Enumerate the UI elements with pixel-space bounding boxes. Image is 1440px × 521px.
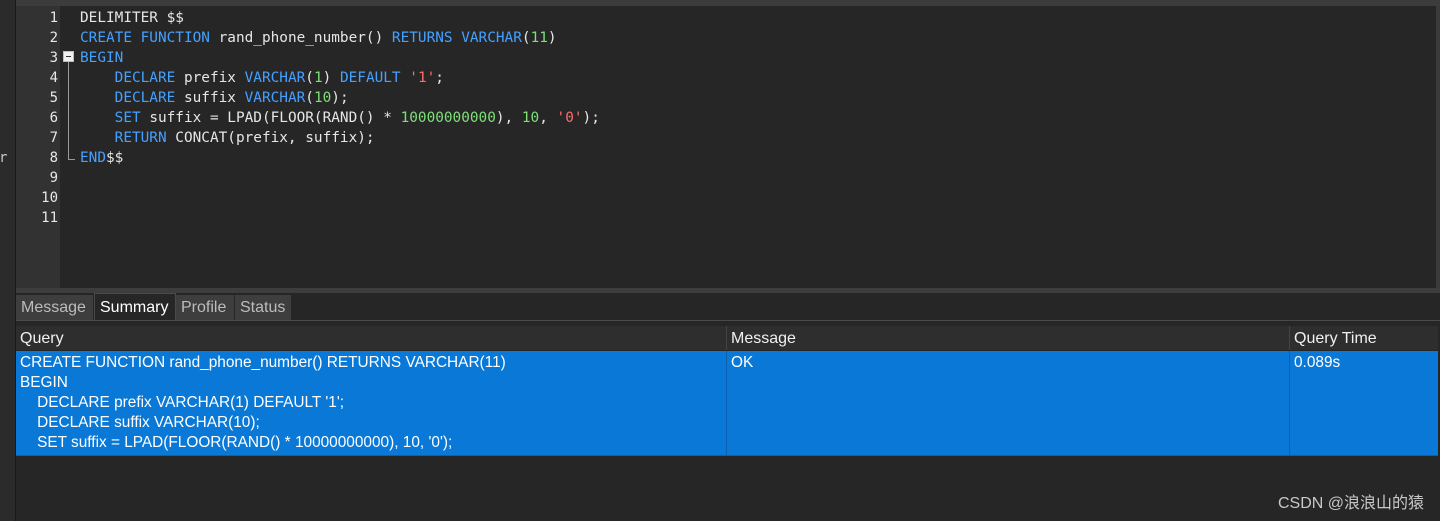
code-token: ( bbox=[305, 70, 314, 86]
code-token: CONCAT(prefix, suffix); bbox=[166, 130, 375, 146]
column-header-query[interactable]: Query bbox=[16, 326, 727, 350]
code-line: DELIMITER $$ bbox=[80, 8, 600, 28]
summary-grid: Query Message Query Time CREATE FUNCTION… bbox=[16, 326, 1438, 456]
tab-summary[interactable]: Summary bbox=[94, 293, 176, 321]
code-line: CREATE FUNCTION rand_phone_number() RETU… bbox=[80, 28, 600, 48]
code-token: ) bbox=[547, 30, 557, 46]
tab-message[interactable]: Message bbox=[16, 295, 94, 321]
code-token: suffix = LPAD(FLOOR(RAND() * bbox=[140, 110, 401, 126]
code-token: DELIMITER $$ bbox=[80, 10, 184, 26]
line-numbers: 1 2 3 4 5 6 7 8 9 10 11 bbox=[16, 8, 58, 228]
tab-profile[interactable]: Profile bbox=[176, 295, 235, 321]
code-token: ( bbox=[521, 30, 531, 46]
result-tabs: Message Summary Profile Status bbox=[16, 293, 1440, 321]
line-number: 10 bbox=[41, 190, 58, 206]
line-number: 4 bbox=[49, 70, 58, 86]
grid-header-row: Query Message Query Time bbox=[16, 326, 1438, 350]
column-header-message[interactable]: Message bbox=[727, 326, 1290, 350]
code-token: ( bbox=[305, 90, 314, 106]
code-token: prefix bbox=[175, 70, 245, 86]
tab-status[interactable]: Status bbox=[235, 295, 292, 321]
line-number: 5 bbox=[49, 90, 58, 106]
code-keyword: END bbox=[80, 150, 106, 166]
code-keyword: RETURNS VARCHAR bbox=[391, 30, 522, 46]
code-line: RETURN CONCAT(prefix, suffix); bbox=[80, 128, 600, 148]
line-number: 8 bbox=[49, 150, 58, 166]
code-keyword: VARCHAR bbox=[244, 70, 306, 86]
code-token: ); bbox=[331, 90, 349, 106]
query-time-cell[interactable]: 0.089s bbox=[1290, 351, 1438, 455]
column-header-query-time[interactable]: Query Time bbox=[1290, 326, 1438, 350]
fold-guide-line bbox=[68, 62, 69, 159]
code-line: BEGIN bbox=[80, 48, 600, 68]
code-line: END$$ bbox=[80, 148, 600, 168]
code-keyword: VARCHAR bbox=[244, 90, 306, 106]
line-number-gutter: 1 2 3 4 5 6 7 8 9 10 11 bbox=[16, 6, 60, 288]
query-cell[interactable]: CREATE FUNCTION rand_phone_number() RETU… bbox=[16, 351, 727, 455]
code-number: 10 bbox=[521, 110, 540, 126]
fold-guide-end bbox=[68, 159, 75, 160]
code-keyword: DECLARE bbox=[114, 90, 176, 106]
left-panel-edge: r bbox=[0, 0, 16, 521]
message-cell[interactable]: OK bbox=[727, 351, 1290, 455]
result-panel: Message Summary Profile Status Query Mes… bbox=[16, 293, 1440, 521]
code-keyword: SET bbox=[114, 110, 141, 126]
line-number: 7 bbox=[49, 130, 58, 146]
code-token: $$ bbox=[106, 150, 124, 166]
code-keyword: CREATE FUNCTION bbox=[80, 30, 210, 46]
line-number: 2 bbox=[49, 30, 58, 46]
line-number: 3 bbox=[49, 50, 58, 66]
line-number: 1 bbox=[49, 10, 58, 26]
code-number: 10 bbox=[313, 90, 332, 106]
code-text-area[interactable]: DELIMITER $$ CREATE FUNCTION rand_phone_n… bbox=[80, 8, 600, 228]
code-keyword: DEFAULT bbox=[339, 70, 401, 86]
code-keyword: RETURN bbox=[114, 130, 167, 146]
code-number: 10000000000 bbox=[400, 110, 496, 126]
code-number: 11 bbox=[530, 30, 548, 46]
tab-baseline bbox=[16, 320, 1440, 321]
fold-collapse-icon[interactable] bbox=[63, 51, 74, 62]
code-token: suffix bbox=[175, 90, 245, 106]
code-line: SET suffix = LPAD(FLOOR(RAND() * 1000000… bbox=[80, 108, 600, 128]
code-token: ), bbox=[495, 110, 522, 126]
csdn-watermark: CSDN @浪浪山的猿 bbox=[1277, 495, 1424, 512]
code-line: DECLARE prefix VARCHAR(1) DEFAULT '1'; bbox=[80, 68, 600, 88]
code-number: 1 bbox=[313, 70, 323, 86]
code-token: ); bbox=[582, 110, 600, 126]
code-token: ) bbox=[322, 70, 340, 86]
code-keyword: DECLARE bbox=[114, 70, 176, 86]
line-number: 11 bbox=[41, 210, 58, 226]
table-row[interactable]: CREATE FUNCTION rand_phone_number() RETU… bbox=[16, 351, 1438, 456]
line-number: 9 bbox=[49, 170, 58, 186]
sql-editor[interactable]: 1 2 3 4 5 6 7 8 9 10 11 DELIMITER $$ CREATE FUNCTIO… bbox=[16, 6, 1436, 288]
line-number: 6 bbox=[49, 110, 58, 126]
code-string: '0' bbox=[556, 110, 583, 126]
code-token: rand_phone_number() bbox=[209, 30, 392, 46]
code-line: DECLARE suffix VARCHAR(10); bbox=[80, 88, 600, 108]
code-token: , bbox=[539, 110, 557, 126]
code-string: '1' bbox=[409, 70, 436, 86]
code-token: ; bbox=[435, 70, 444, 86]
editor-vertical-scrollbar[interactable] bbox=[1436, 6, 1440, 288]
left-panel-clipped-text: r bbox=[0, 150, 8, 166]
code-keyword: BEGIN bbox=[80, 50, 124, 66]
